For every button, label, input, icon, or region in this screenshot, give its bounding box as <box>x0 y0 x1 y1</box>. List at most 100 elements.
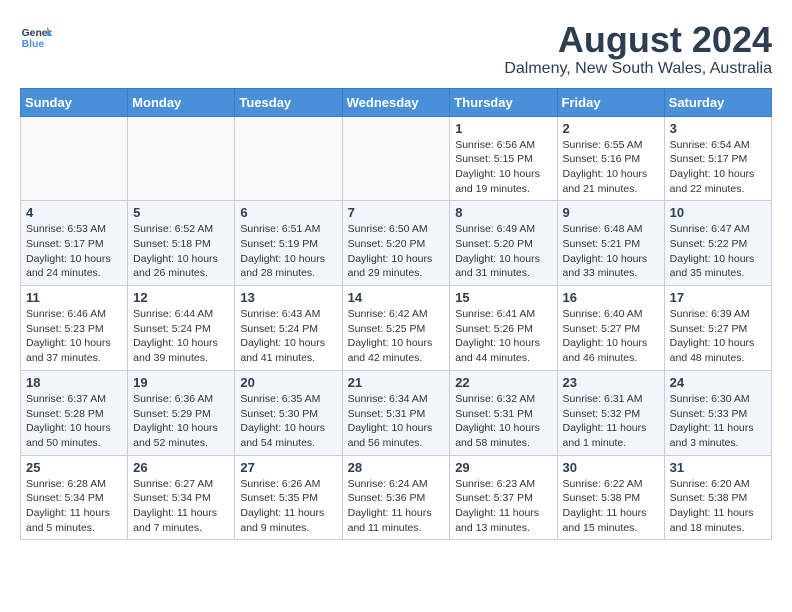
day-info: Sunrise: 6:53 AM Sunset: 5:17 PM Dayligh… <box>26 222 122 281</box>
day-info: Sunrise: 6:37 AM Sunset: 5:28 PM Dayligh… <box>26 392 122 451</box>
day-info: Sunrise: 6:50 AM Sunset: 5:20 PM Dayligh… <box>348 222 445 281</box>
day-info: Sunrise: 6:23 AM Sunset: 5:37 PM Dayligh… <box>455 477 551 536</box>
calendar-cell: 13 Sunrise: 6:43 AM Sunset: 5:24 PM Dayli… <box>235 286 342 371</box>
day-number: 21 <box>348 375 445 390</box>
day-info: Sunrise: 6:39 AM Sunset: 5:27 PM Dayligh… <box>670 307 766 366</box>
weekday-header-monday: Monday <box>128 88 235 116</box>
day-number: 9 <box>563 205 659 220</box>
day-number: 18 <box>26 375 122 390</box>
day-number: 2 <box>563 121 659 136</box>
week-row-1: 1 Sunrise: 6:56 AM Sunset: 5:15 PM Daylig… <box>21 116 772 201</box>
calendar-cell: 21 Sunrise: 6:34 AM Sunset: 5:31 PM Dayli… <box>342 370 450 455</box>
day-number: 6 <box>240 205 336 220</box>
day-info: Sunrise: 6:22 AM Sunset: 5:38 PM Dayligh… <box>563 477 659 536</box>
day-info: Sunrise: 6:51 AM Sunset: 5:19 PM Dayligh… <box>240 222 336 281</box>
calendar-cell: 11 Sunrise: 6:46 AM Sunset: 5:23 PM Dayli… <box>21 286 128 371</box>
day-info: Sunrise: 6:35 AM Sunset: 5:30 PM Dayligh… <box>240 392 336 451</box>
day-info: Sunrise: 6:49 AM Sunset: 5:20 PM Dayligh… <box>455 222 551 281</box>
calendar-cell: 20Sunrise: 6:35 AM Sunset: 5:30 PM Dayli… <box>235 370 342 455</box>
weekday-header-row: SundayMondayTuesdayWednesdayThursdayFrid… <box>21 88 772 116</box>
weekday-header-sunday: Sunday <box>21 88 128 116</box>
day-number: 13 <box>240 290 336 305</box>
calendar-cell: 3Sunrise: 6:54 AM Sunset: 5:17 PM Daylig… <box>664 116 771 201</box>
day-number: 30 <box>563 460 659 475</box>
day-number: 1 <box>455 121 551 136</box>
calendar-cell: 28 Sunrise: 6:24 AM Sunset: 5:36 PM Dayli… <box>342 455 450 540</box>
calendar-cell: 31 Sunrise: 6:20 AM Sunset: 5:38 PM Dayli… <box>664 455 771 540</box>
day-number: 10 <box>670 205 766 220</box>
day-info: Sunrise: 6:28 AM Sunset: 5:34 PM Dayligh… <box>26 477 122 536</box>
calendar-cell: 6 Sunrise: 6:51 AM Sunset: 5:19 PM Daylig… <box>235 201 342 286</box>
calendar-cell: 29 Sunrise: 6:23 AM Sunset: 5:37 PM Dayli… <box>450 455 557 540</box>
calendar-cell: 9 Sunrise: 6:48 AM Sunset: 5:21 PM Daylig… <box>557 201 664 286</box>
day-number: 17 <box>670 290 766 305</box>
day-info: Sunrise: 6:40 AM Sunset: 5:27 PM Dayligh… <box>563 307 659 366</box>
calendar-cell: 1 Sunrise: 6:56 AM Sunset: 5:15 PM Daylig… <box>450 116 557 201</box>
calendar-cell: 16 Sunrise: 6:40 AM Sunset: 5:27 PM Dayli… <box>557 286 664 371</box>
day-info: Sunrise: 6:36 AM Sunset: 5:29 PM Dayligh… <box>133 392 229 451</box>
calendar-cell: 4 Sunrise: 6:53 AM Sunset: 5:17 PM Daylig… <box>21 201 128 286</box>
day-number: 31 <box>670 460 766 475</box>
calendar-cell: 5Sunrise: 6:52 AM Sunset: 5:18 PM Daylig… <box>128 201 235 286</box>
day-number: 16 <box>563 290 659 305</box>
calendar-cell: 23 Sunrise: 6:31 AM Sunset: 5:32 PM Dayli… <box>557 370 664 455</box>
day-info: Sunrise: 6:20 AM Sunset: 5:38 PM Dayligh… <box>670 477 766 536</box>
day-number: 29 <box>455 460 551 475</box>
weekday-header-thursday: Thursday <box>450 88 557 116</box>
calendar-cell: 15Sunrise: 6:41 AM Sunset: 5:26 PM Dayli… <box>450 286 557 371</box>
calendar-cell: 24Sunrise: 6:30 AM Sunset: 5:33 PM Dayli… <box>664 370 771 455</box>
week-row-5: 25 Sunrise: 6:28 AM Sunset: 5:34 PM Dayli… <box>21 455 772 540</box>
day-number: 5 <box>133 205 229 220</box>
calendar-cell: 14Sunrise: 6:42 AM Sunset: 5:25 PM Dayli… <box>342 286 450 371</box>
weekday-header-saturday: Saturday <box>664 88 771 116</box>
day-number: 11 <box>26 290 122 305</box>
day-number: 26 <box>133 460 229 475</box>
calendar-cell <box>342 116 450 201</box>
day-info: Sunrise: 6:24 AM Sunset: 5:36 PM Dayligh… <box>348 477 445 536</box>
day-number: 14 <box>348 290 445 305</box>
day-number: 15 <box>455 290 551 305</box>
day-number: 24 <box>670 375 766 390</box>
day-number: 12 <box>133 290 229 305</box>
month-year-title: August 2024 <box>504 20 772 60</box>
day-info: Sunrise: 6:44 AM Sunset: 5:24 PM Dayligh… <box>133 307 229 366</box>
day-info: Sunrise: 6:43 AM Sunset: 5:24 PM Dayligh… <box>240 307 336 366</box>
weekday-header-tuesday: Tuesday <box>235 88 342 116</box>
weekday-header-friday: Friday <box>557 88 664 116</box>
calendar-cell: 2 Sunrise: 6:55 AM Sunset: 5:16 PM Daylig… <box>557 116 664 201</box>
day-number: 23 <box>563 375 659 390</box>
day-number: 28 <box>348 460 445 475</box>
day-number: 19 <box>133 375 229 390</box>
calendar-cell: 10Sunrise: 6:47 AM Sunset: 5:22 PM Dayli… <box>664 201 771 286</box>
calendar-cell: 7 Sunrise: 6:50 AM Sunset: 5:20 PM Daylig… <box>342 201 450 286</box>
day-info: Sunrise: 6:48 AM Sunset: 5:21 PM Dayligh… <box>563 222 659 281</box>
day-info: Sunrise: 6:55 AM Sunset: 5:16 PM Dayligh… <box>563 138 659 197</box>
logo: General Blue <box>20 20 52 52</box>
day-number: 7 <box>348 205 445 220</box>
day-number: 3 <box>670 121 766 136</box>
calendar-cell: 18 Sunrise: 6:37 AM Sunset: 5:28 PM Dayli… <box>21 370 128 455</box>
day-info: Sunrise: 6:46 AM Sunset: 5:23 PM Dayligh… <box>26 307 122 366</box>
page-header: General Blue August 2024 Dalmeny, New So… <box>20 20 772 78</box>
svg-text:Blue: Blue <box>22 39 45 50</box>
calendar-cell: 12 Sunrise: 6:44 AM Sunset: 5:24 PM Dayli… <box>128 286 235 371</box>
calendar-cell: 27Sunrise: 6:26 AM Sunset: 5:35 PM Dayli… <box>235 455 342 540</box>
calendar-cell <box>128 116 235 201</box>
day-number: 25 <box>26 460 122 475</box>
day-info: Sunrise: 6:32 AM Sunset: 5:31 PM Dayligh… <box>455 392 551 451</box>
calendar-table: SundayMondayTuesdayWednesdayThursdayFrid… <box>20 88 772 541</box>
location-subtitle: Dalmeny, New South Wales, Australia <box>504 60 772 78</box>
week-row-3: 11 Sunrise: 6:46 AM Sunset: 5:23 PM Dayli… <box>21 286 772 371</box>
day-info: Sunrise: 6:56 AM Sunset: 5:15 PM Dayligh… <box>455 138 551 197</box>
day-info: Sunrise: 6:34 AM Sunset: 5:31 PM Dayligh… <box>348 392 445 451</box>
calendar-cell: 25 Sunrise: 6:28 AM Sunset: 5:34 PM Dayli… <box>21 455 128 540</box>
day-info: Sunrise: 6:27 AM Sunset: 5:34 PM Dayligh… <box>133 477 229 536</box>
day-number: 4 <box>26 205 122 220</box>
week-row-2: 4 Sunrise: 6:53 AM Sunset: 5:17 PM Daylig… <box>21 201 772 286</box>
calendar-cell: 19 Sunrise: 6:36 AM Sunset: 5:29 PM Dayli… <box>128 370 235 455</box>
logo-icon: General Blue <box>20 20 52 52</box>
week-row-4: 18 Sunrise: 6:37 AM Sunset: 5:28 PM Dayli… <box>21 370 772 455</box>
day-info: Sunrise: 6:31 AM Sunset: 5:32 PM Dayligh… <box>563 392 659 451</box>
calendar-cell: 30 Sunrise: 6:22 AM Sunset: 5:38 PM Dayli… <box>557 455 664 540</box>
calendar-cell: 8Sunrise: 6:49 AM Sunset: 5:20 PM Daylig… <box>450 201 557 286</box>
